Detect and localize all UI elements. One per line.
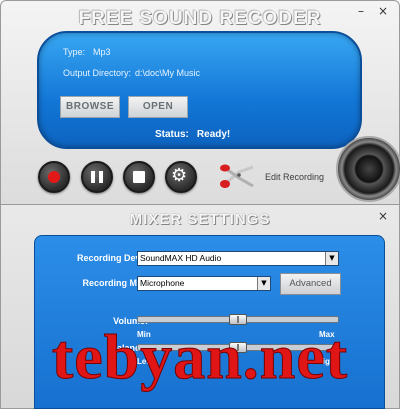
mixer-close-button[interactable]: × bbox=[378, 209, 388, 223]
watermark: tebyan.net bbox=[51, 321, 349, 392]
recording-mixer-select[interactable]: Microphone ▼ bbox=[137, 276, 271, 291]
status-label: Status: bbox=[155, 129, 189, 140]
output-directory-value: d:\doc\My Music bbox=[135, 68, 201, 78]
type-line: Type: Mp3 bbox=[63, 47, 111, 57]
recorder-display: Type: Mp3 Output Directory: d:\doc\My Musi… bbox=[37, 31, 362, 149]
record-button[interactable] bbox=[38, 161, 70, 193]
recording-device-value: SoundMAX HD Audio bbox=[140, 253, 222, 263]
status-line: Status: Ready! bbox=[155, 129, 230, 140]
type-value: Mp3 bbox=[93, 47, 111, 57]
output-directory-label: Output Directory: bbox=[63, 68, 132, 78]
stop-button[interactable] bbox=[123, 161, 155, 193]
recording-mixer-value: Microphone bbox=[140, 278, 185, 288]
edit-recording-button[interactable]: Edit Recording bbox=[219, 164, 324, 190]
stop-icon bbox=[133, 171, 145, 183]
minimize-button[interactable]: – bbox=[353, 3, 369, 19]
advanced-button[interactable]: Advanced bbox=[280, 273, 341, 295]
pause-button[interactable] bbox=[81, 161, 113, 193]
close-button[interactable]: × bbox=[375, 3, 391, 19]
recording-device-select[interactable]: SoundMAX HD Audio ▼ bbox=[137, 251, 339, 266]
recorder-window: FREE SOUND RECODER – × Type: Mp3 Output D… bbox=[0, 0, 400, 205]
chevron-down-icon[interactable]: ▼ bbox=[257, 277, 270, 290]
status-value: Ready! bbox=[196, 129, 231, 140]
type-label: Type: bbox=[63, 47, 86, 57]
scissors-icon bbox=[220, 164, 254, 188]
open-button[interactable]: OPEN bbox=[128, 96, 188, 118]
settings-button[interactable]: ⚙ bbox=[165, 161, 197, 193]
mixer-title: MIXER SETTINGS bbox=[129, 211, 271, 228]
edit-recording-label: Edit Recording bbox=[265, 172, 325, 182]
output-directory-line: Output Directory: d:\doc\My Music bbox=[63, 68, 200, 78]
browse-button[interactable]: BROWSE bbox=[60, 96, 120, 118]
app-title: FREE SOUND RECODER bbox=[78, 8, 322, 29]
speaker-icon bbox=[336, 136, 400, 202]
record-icon bbox=[48, 171, 60, 183]
gear-icon: ⚙ bbox=[171, 165, 188, 186]
chevron-down-icon[interactable]: ▼ bbox=[325, 252, 338, 265]
